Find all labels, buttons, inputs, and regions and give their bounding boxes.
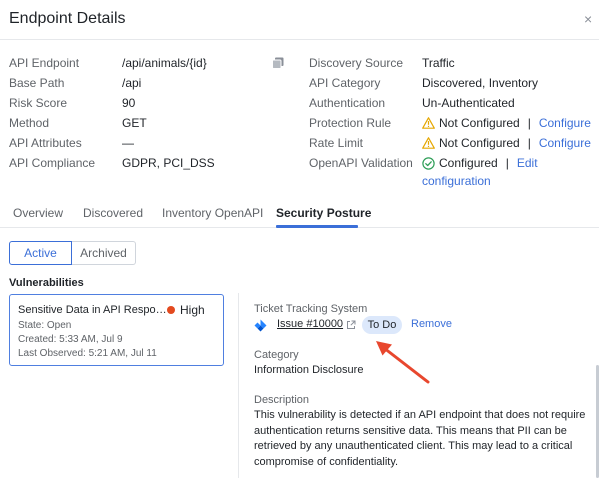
- modal-header: Endpoint Details ×: [0, 0, 599, 40]
- openapi-validation-value: Configured: [439, 156, 498, 170]
- description-text: This vulnerability is detected if an API…: [254, 409, 586, 468]
- label-api-attributes: API Attributes: [9, 136, 82, 150]
- severity-dot: [167, 306, 175, 314]
- rate-limit-status: Not Configured | Configure: [422, 134, 591, 152]
- label-api-endpoint: API Endpoint: [9, 56, 80, 70]
- warning-icon: [422, 117, 435, 129]
- close-icon[interactable]: ×: [584, 12, 596, 26]
- value-api-category: Discovered, Inventory: [422, 76, 539, 90]
- label-method: Method: [9, 116, 50, 130]
- openapi-validation-status: Configured | Edit configuration: [422, 154, 599, 188]
- configure-protection-link[interactable]: Configure: [539, 116, 591, 130]
- panel-divider: [238, 293, 239, 478]
- label-rate-limit: Rate Limit: [309, 136, 364, 150]
- copy-icon[interactable]: [272, 57, 284, 69]
- label-api-category: API Category: [309, 76, 381, 90]
- label-discovery-source: Discovery Source: [309, 56, 404, 70]
- rate-limit-value: Not Configured: [439, 136, 520, 150]
- modal-title: Endpoint Details: [9, 10, 126, 27]
- label-openapi-validation: OpenAPI Validation: [309, 156, 413, 170]
- arrow-annotation: [376, 341, 430, 384]
- issue-link[interactable]: Issue #10000: [277, 318, 343, 330]
- description-label: Description: [254, 394, 310, 406]
- vulnerability-last-observed: Last Observed: 5:21 AM, Jul 11: [18, 348, 157, 359]
- vulnerability-card[interactable]: Sensitive Data in API Response with Unau…: [9, 294, 224, 366]
- toggle-active[interactable]: Active: [9, 241, 72, 265]
- value-method: GET: [122, 116, 147, 130]
- label-base-path: Base Path: [9, 76, 65, 90]
- separator: |: [527, 136, 531, 150]
- value-discovery-source: Traffic: [422, 56, 455, 70]
- active-tab-indicator: [276, 225, 358, 228]
- label-risk-score: Risk Score: [9, 96, 68, 110]
- status-badge: To Do: [362, 316, 402, 334]
- vulnerability-created: Created: 5:33 AM, Jul 9: [18, 334, 123, 345]
- label-api-compliance: API Compliance: [9, 156, 96, 170]
- label-authentication: Authentication: [309, 96, 386, 110]
- severity-label: High: [180, 303, 205, 317]
- remove-link[interactable]: Remove: [411, 318, 452, 330]
- separator: |: [527, 116, 531, 130]
- tab-discovered[interactable]: Discovered: [83, 206, 143, 220]
- protection-rule-status: Not Configured | Configure: [422, 114, 591, 132]
- tab-overview[interactable]: Overview: [13, 206, 63, 220]
- toggle-archived[interactable]: Archived: [72, 241, 136, 265]
- category-label: Category: [254, 349, 299, 361]
- vulnerabilities-heading: Vulnerabilities: [9, 277, 84, 289]
- tab-inventory-openapi[interactable]: Inventory OpenAPI: [162, 206, 263, 220]
- value-api-compliance: GDPR, PCI_DSS: [122, 156, 215, 170]
- configure-rate-limit-link[interactable]: Configure: [539, 136, 591, 150]
- value-api-endpoint: /api/animals/{id}: [122, 56, 207, 70]
- tab-security-posture[interactable]: Security Posture: [276, 206, 371, 220]
- value-base-path: /api: [122, 76, 142, 90]
- value-api-attributes: —: [122, 136, 134, 150]
- value-authentication: Un-Authenticated: [422, 96, 515, 110]
- ticket-tracking-label: Ticket Tracking System: [254, 303, 368, 315]
- jira-icon: [254, 319, 267, 332]
- label-protection-rule: Protection Rule: [309, 116, 392, 130]
- value-risk-score: 90: [122, 96, 136, 110]
- vulnerability-name: Sensitive Data in API Response with Unau…: [18, 304, 168, 316]
- tab-bar: Overview Discovered Inventory OpenAPI Se…: [0, 200, 599, 228]
- vulnerability-state: State: Open: [18, 320, 72, 331]
- external-link-icon[interactable]: [346, 320, 356, 330]
- warning-icon: [422, 137, 435, 149]
- separator: |: [505, 156, 509, 170]
- check-circle-icon: [422, 157, 435, 170]
- category-value: Information Disclosure: [254, 364, 364, 376]
- protection-rule-value: Not Configured: [439, 116, 520, 130]
